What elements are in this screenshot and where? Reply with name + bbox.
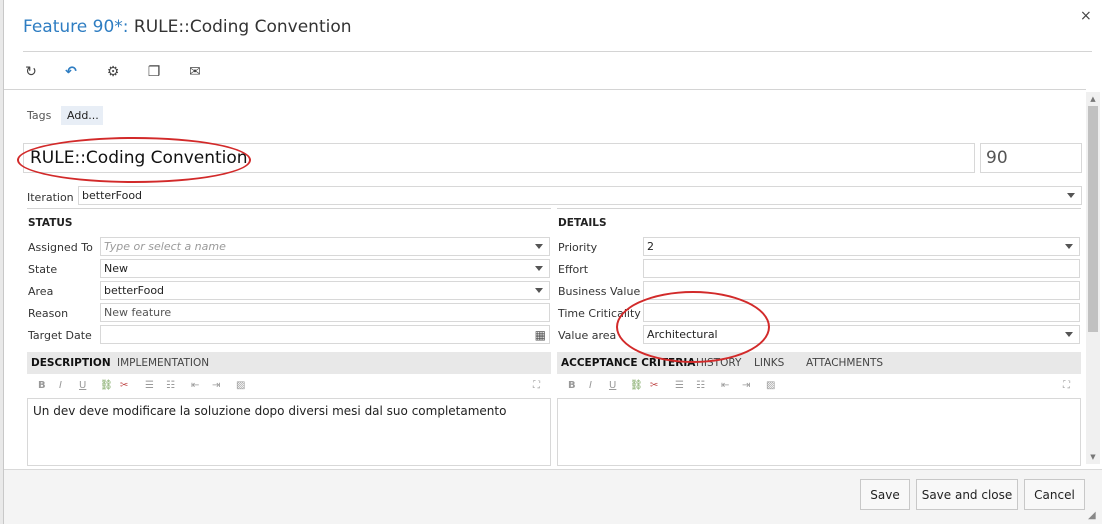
bold-icon[interactable]: B: [38, 380, 46, 391]
details-heading: DETAILS: [558, 217, 607, 229]
details-divider: [557, 208, 1081, 209]
tab-history[interactable]: HISTORY: [696, 357, 741, 369]
description-text: Un dev deve modificare la soluzione dopo…: [33, 404, 507, 418]
assigned-to-select[interactable]: Type or select a name: [100, 237, 550, 256]
actions-icon[interactable]: ⚙: [104, 63, 122, 81]
tab-implementation[interactable]: IMPLEMENTATION: [117, 357, 209, 369]
image-icon[interactable]: ▨: [766, 380, 775, 391]
link-icon[interactable]: ⛓: [100, 380, 113, 391]
undo-icon[interactable]: ↶: [62, 63, 80, 81]
refresh-icon[interactable]: ↻: [22, 63, 40, 81]
save-and-close-button[interactable]: Save and close: [916, 479, 1018, 510]
assigned-to-placeholder: Type or select a name: [104, 240, 226, 253]
resize-grip-icon[interactable]: ◢: [1088, 510, 1096, 521]
toolbar-divider: [4, 89, 1086, 90]
assigned-to-label: Assigned To: [28, 241, 93, 254]
scrollbar-thumb[interactable]: [1088, 106, 1098, 332]
link-icon[interactable]: ⛓: [630, 380, 643, 391]
chevron-down-icon: [535, 244, 543, 249]
tab-attachments[interactable]: ATTACHMENTS: [806, 357, 883, 369]
italic-icon[interactable]: I: [589, 380, 592, 391]
chevron-down-icon: [1065, 244, 1073, 249]
value-area-select[interactable]: Architectural: [643, 325, 1080, 344]
status-divider: [27, 208, 551, 209]
save-button[interactable]: Save: [860, 479, 910, 510]
tab-description[interactable]: DESCRIPTION: [31, 357, 111, 369]
bullet-list-icon[interactable]: ☰: [145, 380, 154, 391]
outdent-icon[interactable]: ⇤: [191, 380, 199, 391]
reason-field[interactable]: New feature: [100, 303, 550, 322]
iteration-label: Iteration: [27, 191, 74, 204]
work-item-title-heading: RULE::Coding Convention: [133, 17, 352, 37]
area-value: betterFood: [104, 284, 165, 297]
state-value: New: [104, 262, 128, 275]
email-icon[interactable]: ✉: [186, 63, 204, 81]
close-icon[interactable]: ×: [1080, 8, 1092, 24]
bold-icon[interactable]: B: [568, 380, 576, 391]
title-divider: [23, 51, 1092, 52]
area-label: Area: [28, 285, 54, 298]
status-heading: STATUS: [28, 217, 73, 229]
chevron-down-icon: [1067, 193, 1075, 198]
maximize-icon[interactable]: ⛶: [533, 380, 540, 391]
image-icon[interactable]: ▨: [236, 380, 245, 391]
reason-label: Reason: [28, 307, 69, 320]
reason-value: New feature: [104, 306, 172, 319]
business-value-label: Business Value: [558, 285, 641, 298]
state-select[interactable]: New: [100, 259, 550, 278]
tab-links[interactable]: LINKS: [754, 357, 784, 369]
work-item-id-field: 90: [980, 143, 1082, 173]
iteration-value: betterFood: [82, 189, 143, 202]
scroll-down-icon[interactable]: ▼: [1088, 452, 1098, 462]
work-item-type-label: Feature 90*:: [23, 17, 129, 37]
target-date-input[interactable]: ▦: [100, 325, 550, 344]
effort-input[interactable]: [643, 259, 1080, 278]
iteration-select[interactable]: betterFood: [78, 186, 1082, 205]
window-edge: [0, 0, 4, 524]
time-criticality-input[interactable]: [643, 303, 1080, 322]
outdent-icon[interactable]: ⇤: [721, 380, 729, 391]
add-tag-button[interactable]: Add...: [61, 106, 103, 125]
indent-icon[interactable]: ⇥: [742, 380, 750, 391]
state-label: State: [28, 263, 58, 276]
cancel-button[interactable]: Cancel: [1024, 479, 1085, 510]
copy-icon[interactable]: ❐: [145, 63, 163, 81]
value-area-value: Architectural: [647, 328, 718, 341]
unlink-icon[interactable]: ✂: [120, 380, 128, 391]
area-select[interactable]: betterFood: [100, 281, 550, 300]
tags-label: Tags: [27, 109, 52, 122]
work-item-title-input[interactable]: RULE::Coding Convention: [23, 143, 975, 173]
effort-label: Effort: [558, 263, 589, 276]
priority-label: Priority: [558, 241, 598, 254]
scroll-up-icon[interactable]: ▲: [1088, 94, 1098, 104]
underline-icon[interactable]: U: [79, 380, 86, 391]
dialog-title: Feature 90*: RULE::Coding Convention: [23, 17, 352, 37]
numbered-list-icon[interactable]: ☷: [696, 380, 705, 391]
indent-icon[interactable]: ⇥: [212, 380, 220, 391]
acceptance-criteria-editor[interactable]: [557, 398, 1081, 466]
underline-icon[interactable]: U: [609, 380, 616, 391]
tab-acceptance-criteria[interactable]: ACCEPTANCE CRITERIA: [561, 357, 695, 369]
priority-value: 2: [647, 240, 654, 253]
italic-icon[interactable]: I: [59, 380, 62, 391]
value-area-label: Value area: [558, 329, 617, 342]
bullet-list-icon[interactable]: ☰: [675, 380, 684, 391]
chevron-down-icon: [535, 288, 543, 293]
time-criticality-label: Time Criticality: [558, 307, 641, 320]
chevron-down-icon: [535, 266, 543, 271]
chevron-down-icon: [1065, 332, 1073, 337]
calendar-icon[interactable]: ▦: [535, 327, 546, 344]
business-value-input[interactable]: [643, 281, 1080, 300]
numbered-list-icon[interactable]: ☷: [166, 380, 175, 391]
target-date-label: Target Date: [28, 329, 92, 342]
priority-select[interactable]: 2: [643, 237, 1080, 256]
maximize-icon[interactable]: ⛶: [1063, 380, 1070, 391]
unlink-icon[interactable]: ✂: [650, 380, 658, 391]
